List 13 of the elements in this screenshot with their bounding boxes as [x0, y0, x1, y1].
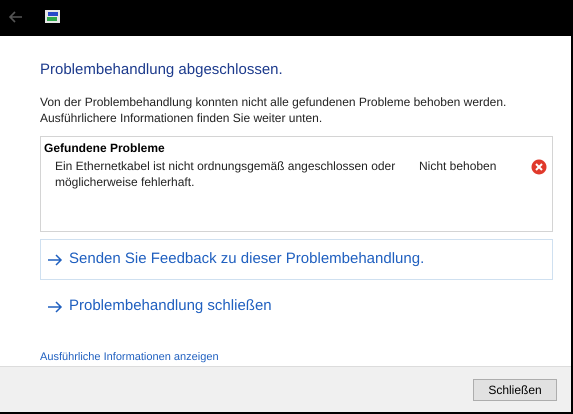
- panel-title: Gefundene Probleme: [44, 140, 166, 156]
- problem-status: Nicht behoben: [419, 158, 498, 174]
- network-troubleshooter-icon: [45, 10, 60, 23]
- action-link[interactable]: Problembehandlung schließen: [40, 286, 553, 327]
- problem-description: Ein Ethernetkabel ist nicht ordnungsgemäß angeschlossen oder möglicherweise fehlerhaft.: [55, 158, 396, 190]
- arrow-icon: [47, 300, 63, 312]
- details-link[interactable]: Ausführliche Informationen anzeigen: [40, 350, 219, 364]
- action-link[interactable]: Senden Sie Feedback zu dieser Problembehandlung.: [40, 239, 553, 280]
- summary-text: Von der Problembehandlung konnten nicht alle gefundenen Probleme behoben werden. Ausführlichere Informationen finden Sie weiter unten.: [40, 94, 508, 126]
- close-button[interactable]: Schließen: [473, 378, 557, 400]
- error-icon: [531, 159, 547, 175]
- arrow-icon: [47, 254, 63, 266]
- page-heading: Problembehandlung abgeschlossen.: [40, 60, 284, 80]
